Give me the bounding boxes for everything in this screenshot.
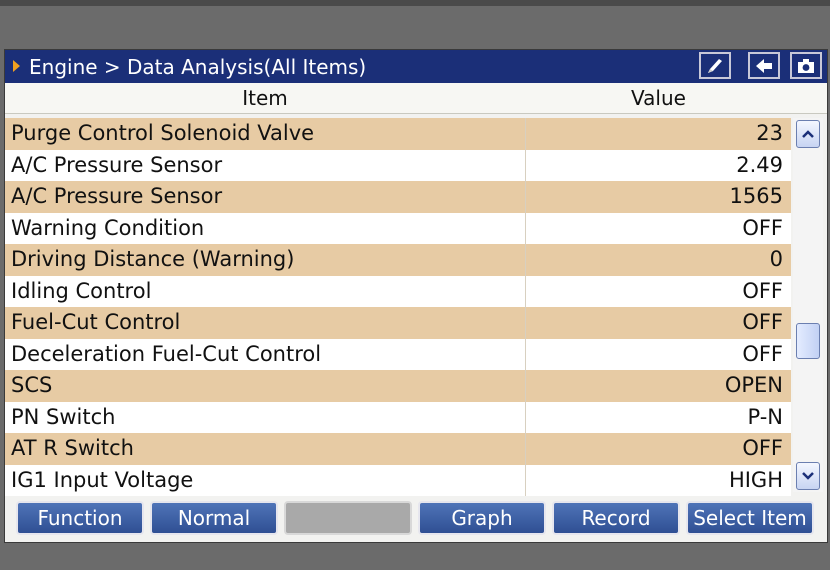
column-divider [525, 212, 526, 244]
table-row[interactable]: AT R Switch OFF [5, 433, 791, 465]
column-divider [525, 338, 526, 370]
item-value: HIGH [728, 467, 783, 492]
function-button-bar: Function Normal Graph Record Select Item [5, 499, 827, 539]
item-value: OFF [742, 215, 783, 240]
normal-button[interactable]: Normal [150, 501, 278, 535]
table-row[interactable]: IG1 Input Voltage HIGH [5, 464, 791, 496]
table-row[interactable]: Fuel-Cut Control OFF [5, 307, 791, 339]
item-name: AT R Switch [11, 436, 134, 460]
top-strip [0, 0, 830, 6]
table-row[interactable]: PN Switch P-N [5, 401, 791, 433]
table-row[interactable]: SCS OPEN [5, 370, 791, 402]
column-divider [525, 181, 526, 213]
column-divider [525, 401, 526, 433]
breadcrumb-arrow-icon [13, 60, 20, 72]
column-divider [525, 370, 526, 402]
column-divider [525, 275, 526, 307]
column-divider [525, 149, 526, 181]
breadcrumb: Engine > Data Analysis(All Items) [29, 55, 367, 79]
item-value: 1565 [729, 184, 783, 208]
item-value: P-N [747, 404, 784, 429]
item-name: Purge Control Solenoid Valve [11, 121, 315, 145]
table-header: Item Value [5, 83, 827, 114]
column-divider [525, 244, 526, 276]
scroll-up-button[interactable] [796, 120, 820, 148]
function-button[interactable]: Function [16, 501, 144, 535]
column-divider [525, 118, 526, 150]
vertical-scrollbar[interactable] [793, 118, 823, 492]
item-value: OFF [742, 310, 783, 334]
scroll-thumb[interactable] [796, 323, 820, 359]
item-value: OFF [742, 436, 783, 460]
data-table: Purge Control Solenoid Valve 23 A/C Press… [5, 118, 791, 496]
item-value: OFF [742, 278, 783, 303]
table-row[interactable]: Purge Control Solenoid Valve 23 [5, 118, 791, 150]
item-name: Deceleration Fuel-Cut Control [11, 341, 322, 366]
graph-button[interactable]: Graph [418, 501, 546, 535]
column-divider [525, 433, 526, 465]
item-name: A/C Pressure Sensor [11, 184, 223, 208]
table-row[interactable]: Deceleration Fuel-Cut Control OFF [5, 338, 791, 370]
table-row[interactable]: Driving Distance (Warning) 0 [5, 244, 791, 276]
item-value: OFF [742, 341, 783, 366]
camera-icon [798, 58, 814, 73]
item-value: OPEN [724, 373, 783, 397]
column-divider [525, 307, 526, 339]
table-row[interactable]: A/C Pressure Sensor 2.49 [5, 149, 791, 181]
item-name: Fuel-Cut Control [11, 310, 181, 334]
scroll-down-button[interactable] [796, 462, 820, 490]
table-row[interactable]: A/C Pressure Sensor 1565 [5, 181, 791, 213]
item-value: 23 [756, 121, 783, 145]
title-bar: Engine > Data Analysis(All Items) [5, 50, 827, 83]
select-item-button[interactable]: Select Item [686, 501, 814, 535]
pencil-button[interactable] [699, 52, 731, 79]
table-row[interactable]: Warning Condition OFF [5, 212, 791, 244]
item-name: IG1 Input Voltage [11, 467, 194, 492]
back-arrow-icon [756, 58, 772, 73]
chevron-up-icon [802, 130, 814, 138]
item-value: 2.49 [736, 152, 783, 177]
chevron-down-icon [802, 472, 814, 480]
item-name: Idling Control [11, 278, 152, 303]
camera-button[interactable] [790, 52, 822, 79]
table-row[interactable]: Idling Control OFF [5, 275, 791, 307]
empty-button [284, 501, 412, 535]
pencil-icon [708, 58, 722, 73]
record-button[interactable]: Record [552, 501, 680, 535]
item-name: Warning Condition [11, 215, 205, 240]
item-name: PN Switch [11, 404, 116, 429]
column-header-item[interactable]: Item [5, 83, 525, 113]
data-analysis-window: Engine > Data Analysis(All Items) Item V… [4, 49, 828, 543]
column-header-value[interactable]: Value [526, 83, 791, 113]
column-divider [525, 464, 526, 496]
item-name: Driving Distance (Warning) [11, 247, 295, 271]
back-button[interactable] [748, 52, 780, 79]
item-name: A/C Pressure Sensor [11, 152, 223, 177]
item-name: SCS [11, 373, 53, 397]
item-value: 0 [769, 247, 783, 271]
